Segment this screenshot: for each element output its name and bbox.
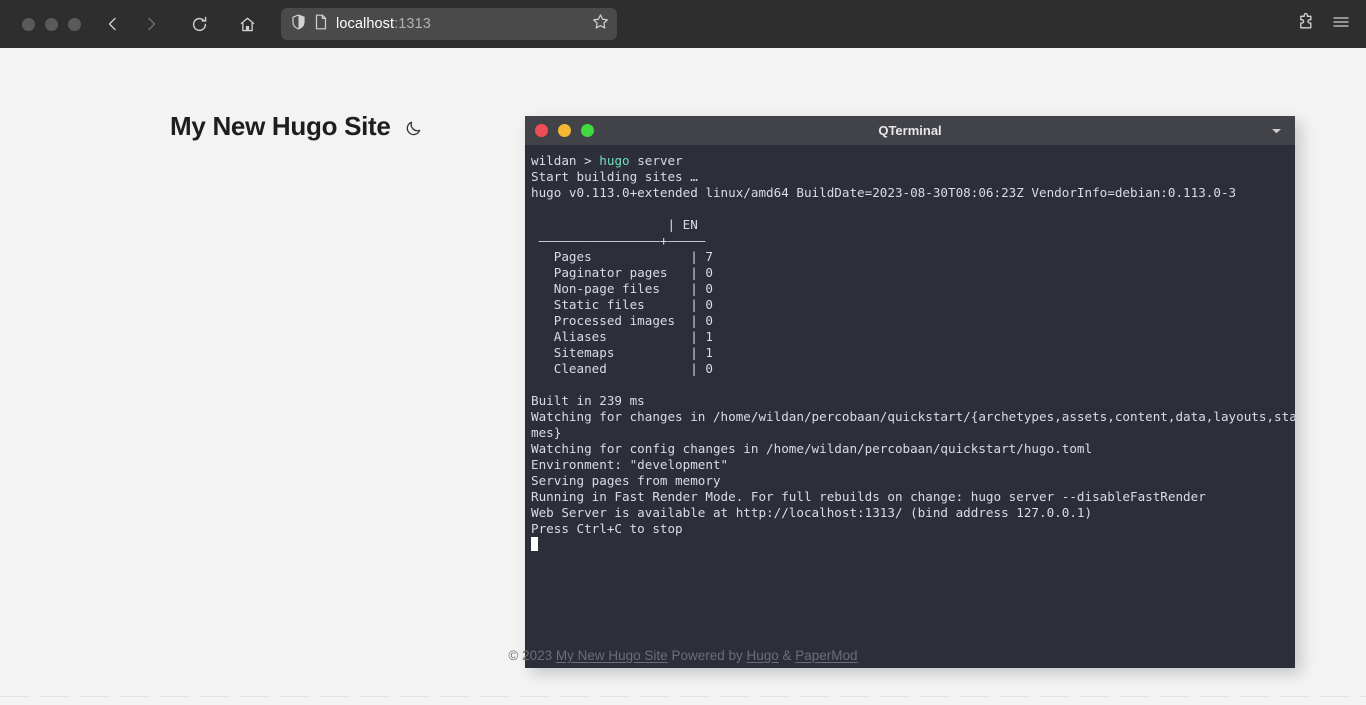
page-content: My New Hugo Site QTerminal wildan > hugo… [0,48,1366,705]
moon-icon[interactable] [402,116,426,140]
table-cell-value: 0 [705,313,714,328]
terminal-prompt-line: wildan > hugo server [531,153,683,168]
table-cell-value: 0 [705,265,713,280]
terminal-command-args: server [629,153,683,168]
page-title: My New Hugo Site [170,111,391,141]
terminal-line: Serving pages from memory [531,473,721,488]
forward-arrow-icon[interactable] [135,8,167,40]
table-pad [614,345,690,360]
page-icon [314,14,328,35]
url-host: localhost [336,16,395,32]
table-cell-label: Pages [553,249,592,264]
terminal-prompt-user: wildan [531,153,577,168]
table-cell-value: 7 [705,249,714,264]
site-header: My New Hugo Site [170,111,426,142]
navigation-buttons [97,8,263,40]
table-row: Sitemaps | 1 [553,345,714,360]
reload-icon[interactable] [183,8,215,40]
terminal-line: Running in Fast Render Mode. For full re… [531,489,1206,504]
terminal-command-keyword: hugo [599,153,630,168]
chevron-down-icon[interactable] [1270,116,1283,145]
table-cell-value: 0 [705,361,713,376]
table-row: Static files | 0 [553,297,714,312]
table-pad [675,313,690,328]
terminal-titlebar: QTerminal [525,116,1295,145]
footer-hugo-link[interactable]: Hugo [746,648,778,663]
table-cell-label: Static files [553,297,645,312]
url-port: :1313 [394,16,431,32]
table-row: Processed images | 0 [553,313,714,328]
window-close-button[interactable] [22,17,35,31]
qterminal-window: QTerminal wildan > hugo server Start bui… [525,116,1295,668]
terminal-line: hugo v0.113.0+extended linux/amd64 Build… [531,185,1237,200]
table-cell-value: 1 [705,329,713,344]
table-cell-label: Cleaned [553,361,607,376]
shield-icon[interactable] [291,13,306,35]
terminal-cursor [531,537,538,551]
table-pad [592,249,691,264]
browser-toolbar-right [1296,0,1352,48]
terminal-line: mes} [531,425,562,440]
terminal-line: Built in 239 ms [531,393,645,408]
footer-powered-by: Powered by [667,648,747,663]
table-cell-label: Non-page files [553,281,660,296]
table-cell-label: Processed images [553,313,676,328]
table-pad [645,297,691,312]
table-cell-value: 1 [705,345,714,360]
terminal-table-separator: ————————————————+————— [531,233,706,248]
table-row: Paginator pages | 0 [553,265,713,280]
terminal-table-header: | EN [531,217,698,232]
terminal-window-title: QTerminal [878,123,942,138]
address-bar-text[interactable]: localhost:1313 [336,16,584,32]
table-pad [607,361,690,376]
puzzle-icon[interactable] [1296,12,1316,37]
window-controls [22,17,81,31]
terminal-close-button[interactable] [535,124,548,137]
terminal-line: Environment: "development" [531,457,729,472]
star-icon[interactable] [592,13,609,35]
table-cell-label: Sitemaps [553,345,615,360]
home-icon[interactable] [231,8,263,40]
terminal-line: Watching for changes in /home/wildan/per… [531,409,1295,424]
table-row: Cleaned | 0 [553,361,713,376]
table-pad [660,281,690,296]
footer-ampersand: & [778,648,796,663]
footer-site-link[interactable]: My New Hugo Site [556,648,668,663]
table-row: Non-page files | 0 [553,281,714,296]
terminal-output[interactable]: wildan > hugo server Start building site… [525,145,1295,668]
table-cell-label: Aliases [553,329,607,344]
table-row: Aliases | 1 [553,329,713,344]
table-pad [607,329,690,344]
terminal-line: Start building sites … [531,169,698,184]
site-footer: © 2023 My New Hugo Site Powered by Hugo … [0,648,1366,663]
table-cell-value: 0 [705,297,714,312]
table-cell-value: 0 [705,281,714,296]
hamburger-menu-icon[interactable] [1330,12,1352,37]
terminal-line: Web Server is available at http://localh… [531,505,1093,520]
address-bar[interactable]: localhost:1313 [281,8,617,40]
terminal-line: Press Ctrl+C to stop [531,521,683,536]
terminal-maximize-button[interactable] [581,124,594,137]
table-cell-label: Paginator pages [553,265,668,280]
terminal-minimize-button[interactable] [558,124,571,137]
footer-papermod-link[interactable]: PaperMod [795,648,857,663]
table-pad [667,265,690,280]
terminal-traffic-lights [535,124,594,137]
footer-divider [0,696,1366,697]
window-maximize-button[interactable] [68,17,81,31]
terminal-prompt-symbol: > [584,153,592,168]
footer-copyright: © 2023 [508,648,556,663]
table-row: Pages | 7 [553,249,714,264]
back-arrow-icon[interactable] [97,8,129,40]
window-minimize-button[interactable] [45,17,58,31]
browser-toolbar: localhost:1313 [0,0,1366,48]
terminal-line: Watching for config changes in /home/wil… [531,441,1093,456]
